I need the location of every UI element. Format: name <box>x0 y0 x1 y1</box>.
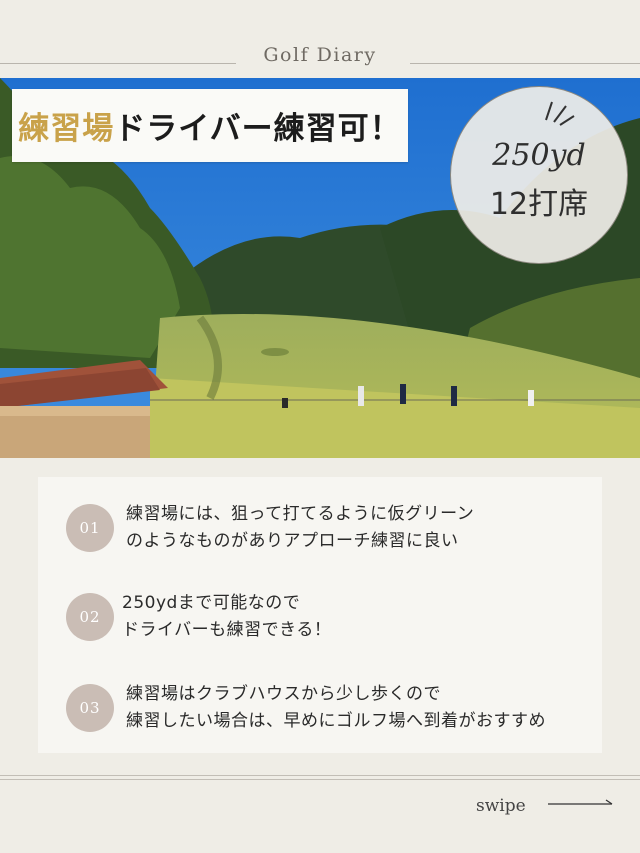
footer-rule-top <box>0 775 640 776</box>
headline-rest: ドライバー練習可！ <box>114 111 402 147</box>
footer-rule-bottom <box>0 779 640 780</box>
point-number: 03 <box>66 684 114 732</box>
point-item-3: 03 練習場はクラブハウスから少し歩くので 練習したい場合は、早めにゴルフ場へ到… <box>66 681 546 735</box>
badge-distance: 250yd <box>492 137 586 173</box>
point-line: 250ydまで可能なので <box>122 593 301 613</box>
point-line: のようなものがありアプローチ練習に良い <box>126 531 459 551</box>
point-item-1: 01 練習場には、狙って打てるように仮グリーン のようなものがありアプローチ練習… <box>66 501 474 555</box>
badge-seats: 12打席 <box>489 186 589 222</box>
point-line: 練習場には、狙って打てるように仮グリーン <box>126 504 475 524</box>
points-card: 01 練習場には、狙って打てるように仮グリーン のようなものがありアプローチ練習… <box>38 477 602 753</box>
point-line: ドライバーも練習できる！ <box>122 620 332 640</box>
point-number: 01 <box>66 504 114 552</box>
swipe-label[interactable]: swipe <box>476 796 526 816</box>
point-text: 練習場はクラブハウスから少し歩くので 練習したい場合は、早めにゴルフ場へ到着がお… <box>126 681 546 735</box>
point-line: 練習場はクラブハウスから少し歩くので <box>126 684 441 704</box>
headline-banner: 練習場 ドライバー練習可！ <box>12 89 408 162</box>
sparkle-icon <box>545 101 575 126</box>
stats-badge: 250yd 12打席 <box>450 86 628 264</box>
point-text: 250ydまで可能なので ドライバーも練習できる！ <box>122 590 331 644</box>
arrow-right-icon[interactable] <box>548 798 614 810</box>
point-number: 02 <box>66 593 114 641</box>
point-text: 練習場には、狙って打てるように仮グリーン のようなものがありアプローチ練習に良い <box>126 501 474 555</box>
header-title: Golf Diary <box>263 44 377 66</box>
headline-highlight: 練習場 <box>18 111 115 147</box>
point-item-2: 02 250ydまで可能なので ドライバーも練習できる！ <box>66 590 331 644</box>
point-line: 練習したい場合は、早めにゴルフ場へ到着がおすすめ <box>126 711 546 731</box>
